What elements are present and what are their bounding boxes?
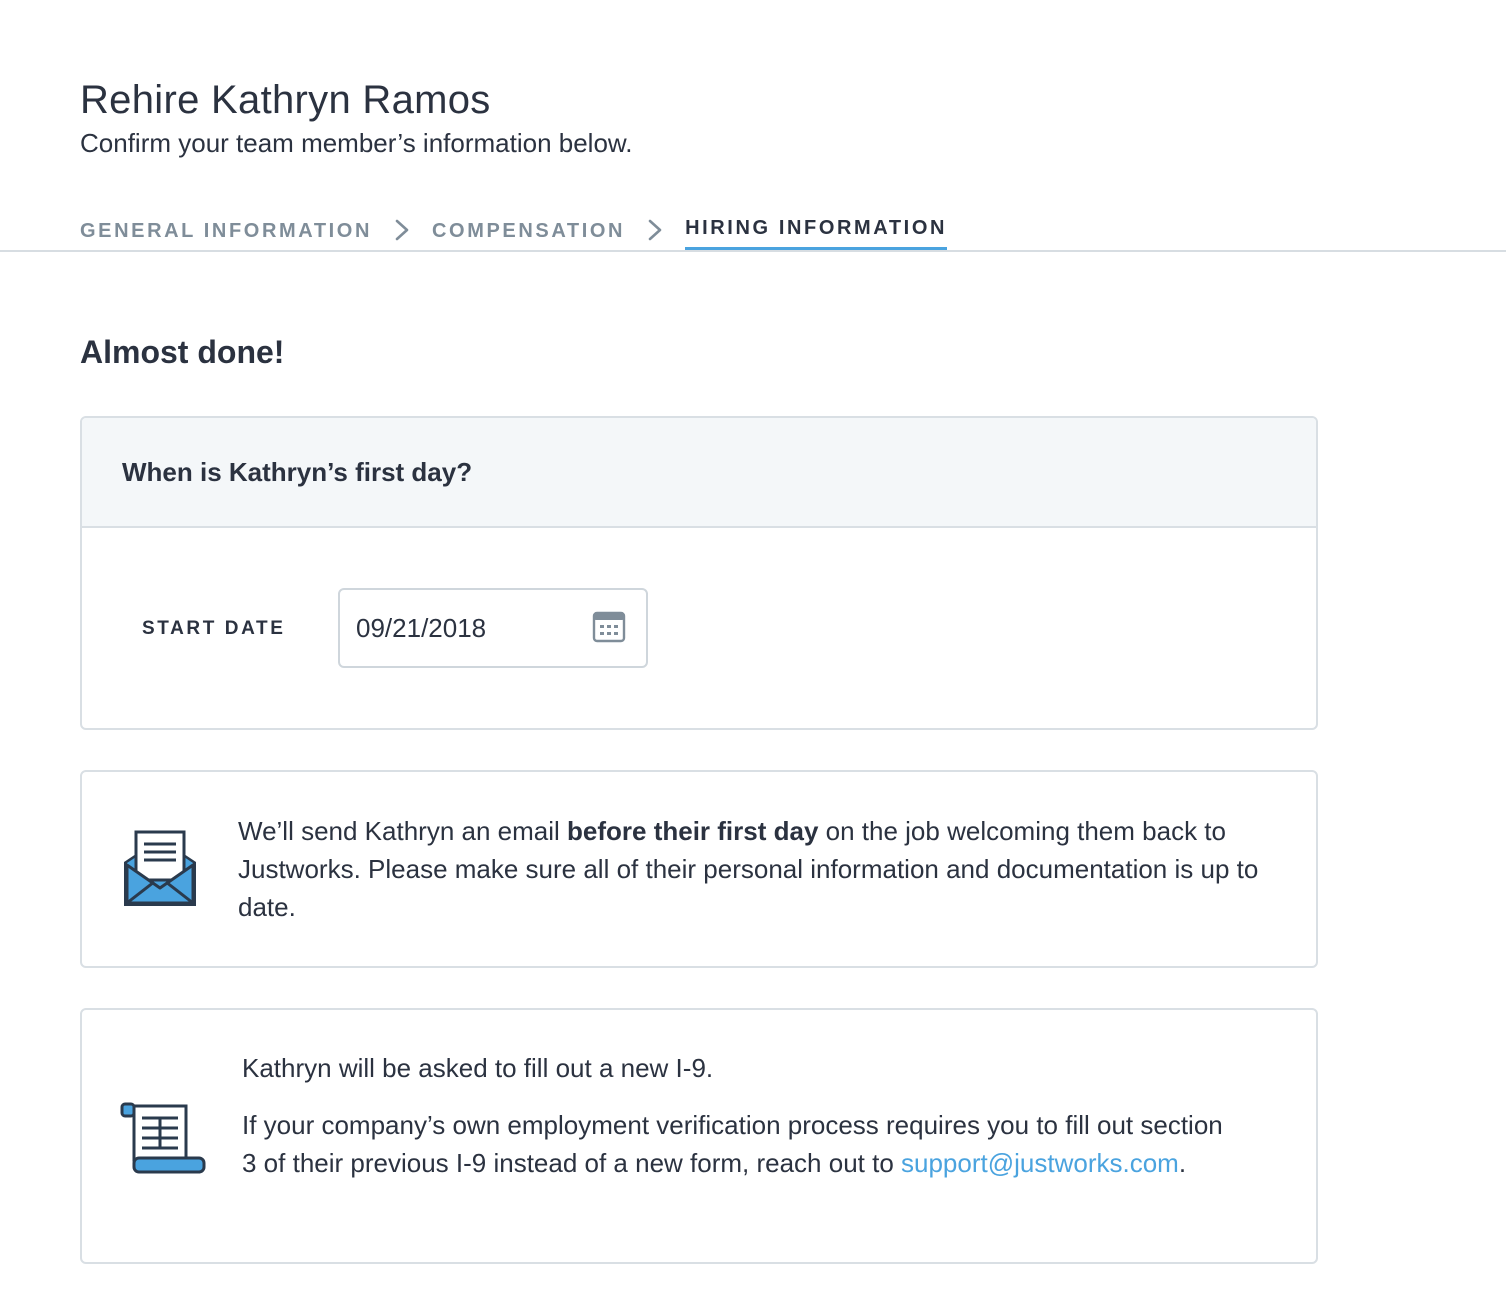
step-navigation: GENERAL INFORMATION COMPENSATION HIRING … [80,211,948,251]
chevron-right-icon [648,219,662,241]
chevron-right-icon [395,219,409,241]
scroll-form-icon [120,1102,206,1174]
start-date-label: START DATE [142,618,286,639]
rehire-page: Rehire Kathryn Ramos Confirm your team m… [0,0,1506,1298]
page-title: Rehire Kathryn Ramos [80,78,491,122]
email-text-emphasis: before their first day [567,816,819,846]
i9-verification-text: If your company’s own employment verific… [242,1106,1242,1182]
envelope-letter-icon [124,830,196,906]
welcome-email-card: We’ll send Kathryn an email before their… [80,770,1318,968]
support-email-link[interactable]: support@justworks.com [901,1148,1179,1178]
page-subtitle: Confirm your team member’s information b… [80,128,633,158]
step-hiring-information[interactable]: HIRING INFORMATION [685,211,948,251]
email-text-intro: We’ll send Kathryn an email [238,816,568,846]
step-compensation[interactable]: COMPENSATION [432,214,625,248]
start-date-input[interactable]: 09/21/2018 [338,588,648,668]
start-date-value: 09/21/2018 [356,612,487,643]
first-day-card-title: When is Kathryn’s first day? [122,456,473,487]
i9-notice-text: Kathryn will be asked to fill out a new … [242,1053,714,1083]
welcome-email-text: We’ll send Kathryn an email before their… [238,812,1294,926]
first-day-card-header: When is Kathryn’s first day? [82,418,1316,528]
step-general-information[interactable]: GENERAL INFORMATION [80,214,372,248]
i9-card: Kathryn will be asked to fill out a new … [80,1008,1318,1264]
i9-verification-end: . [1178,1148,1187,1178]
calendar-icon[interactable] [592,610,626,644]
steps-divider [0,250,1506,252]
first-day-card: When is Kathryn’s first day? START DATE … [80,416,1318,730]
section-heading: Almost done! [80,334,285,370]
